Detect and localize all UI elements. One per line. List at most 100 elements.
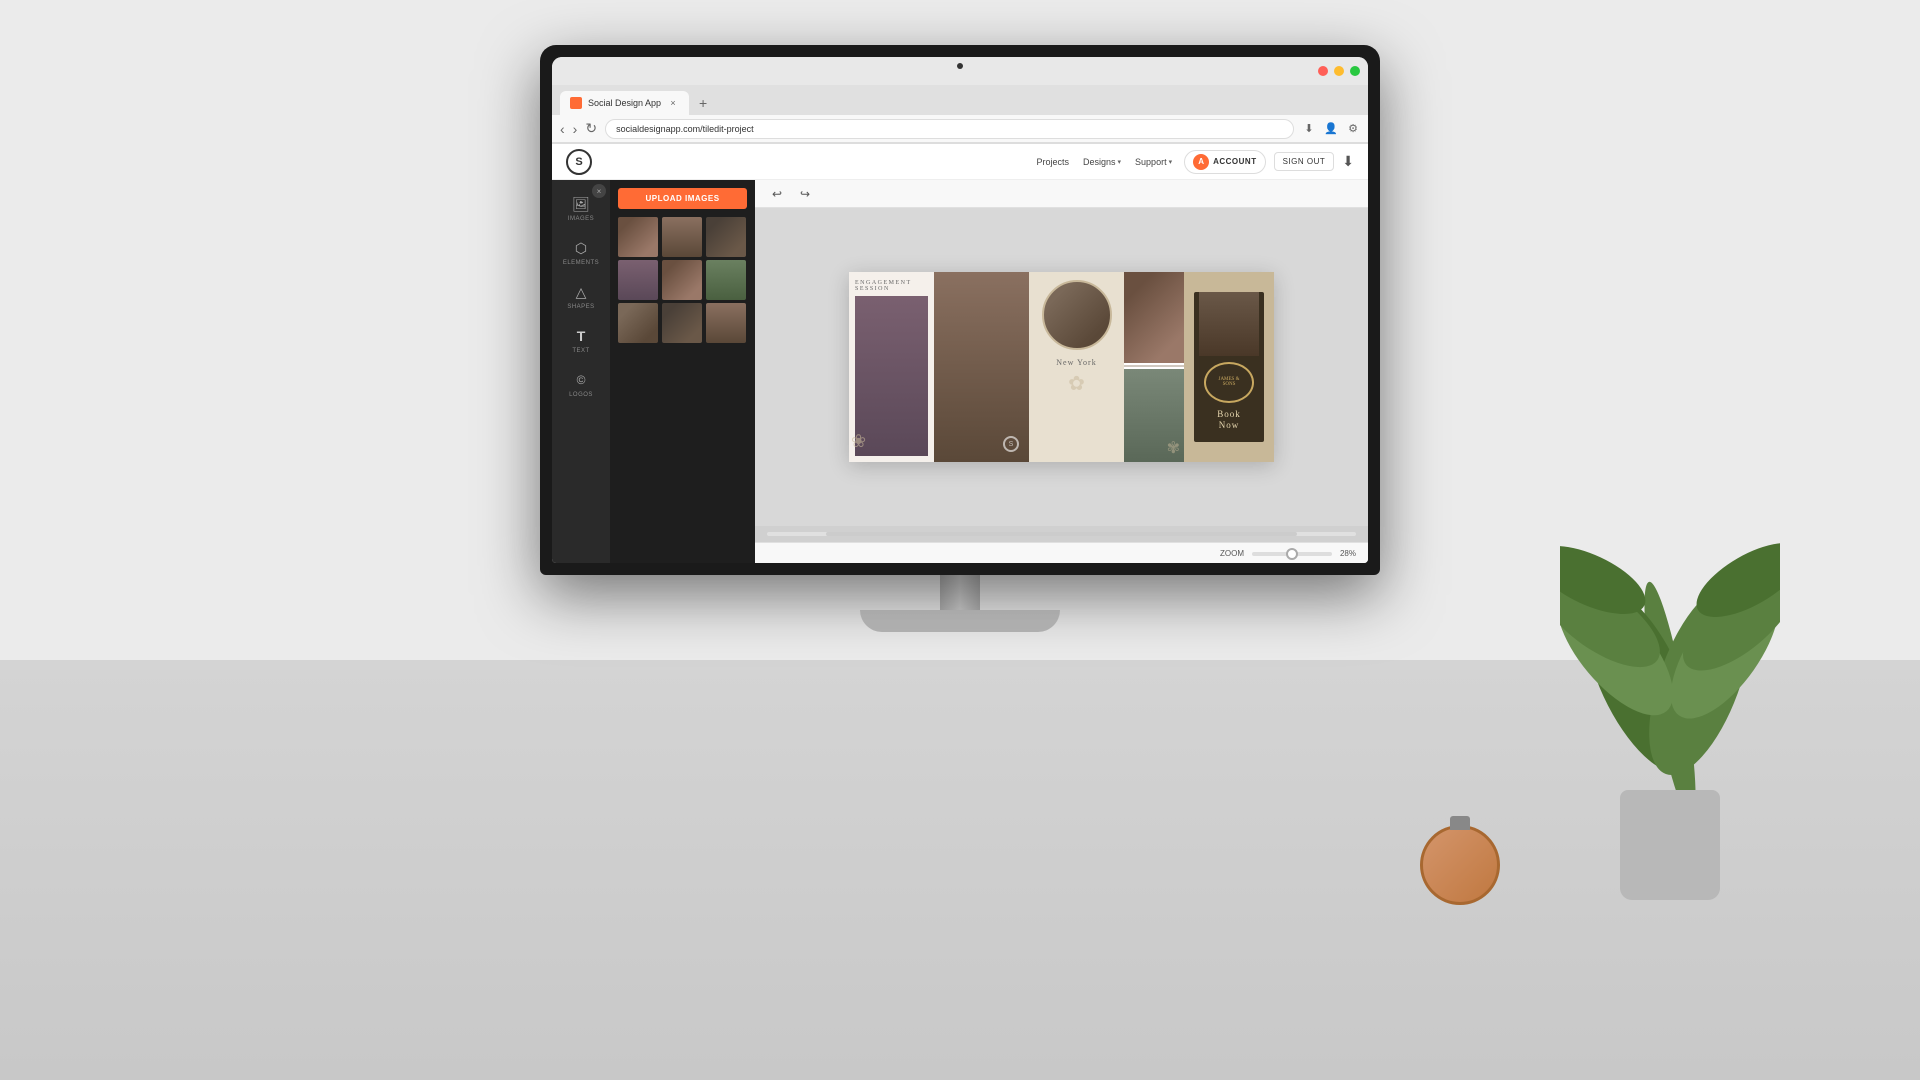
photo-divider — [1124, 365, 1184, 367]
zoom-value: 28% — [1340, 549, 1356, 558]
design-card-newyork[interactable]: New York ✿ — [1029, 272, 1124, 462]
image-thumb-8[interactable] — [662, 303, 702, 343]
browser-download-icon[interactable]: ⬇ — [1302, 122, 1316, 136]
monitor-base — [860, 610, 1060, 632]
account-button[interactable]: A AccounT — [1184, 150, 1266, 174]
canvas-area: ↩ ↪ Engagement Session ❀ — [755, 180, 1368, 563]
new-tab-btn[interactable]: + — [693, 93, 713, 113]
nav-projects[interactable]: Projects — [1037, 157, 1070, 167]
image-thumb-6[interactable] — [706, 260, 746, 300]
tab-close-btn[interactable]: × — [667, 97, 679, 109]
design-card-engagement[interactable]: Engagement Session ❀ — [849, 272, 934, 462]
image-thumb-2[interactable] — [662, 217, 702, 257]
images-icon: 🖼 — [571, 194, 591, 214]
zoom-label: ZOOM — [1220, 549, 1244, 558]
image-thumb-1[interactable] — [618, 217, 658, 257]
plant-leaves — [1560, 500, 1780, 820]
header-right: A AccounT SIGN OUT ⬇ — [1184, 150, 1354, 174]
image-thumb-5[interactable] — [662, 260, 702, 300]
browser-title-bar — [552, 57, 1368, 85]
active-tab[interactable]: Social Design App × — [560, 91, 689, 115]
monitor-stand — [860, 575, 1060, 632]
browser-tabs: Social Design App × + — [552, 85, 1368, 115]
url-text: socialdesignapp.com/tiledit-project — [616, 124, 754, 134]
sidebar-elements-label: ELEMENTS — [563, 260, 599, 266]
app-content: S Projects Designs ▾ Support ▾ — [552, 144, 1368, 563]
perfume-cap — [1450, 816, 1470, 830]
browser-forward-btn[interactable]: › — [573, 121, 578, 137]
image-thumb-7[interactable] — [618, 303, 658, 343]
monitor-screen: Social Design App × + ‹ › ↻ socialdesign… — [540, 45, 1380, 575]
brand-text: JAMES &SONS — [1219, 377, 1240, 387]
brand-circle: JAMES &SONS — [1204, 362, 1254, 403]
sidebar-item-shapes[interactable]: △ SHAPES — [552, 276, 610, 316]
design-card-couple[interactable]: S — [934, 272, 1029, 462]
nav-support[interactable]: Support ▾ — [1135, 157, 1172, 167]
floral-overlay: ✾ — [1167, 438, 1180, 458]
redo-btn[interactable]: ↪ — [795, 184, 815, 204]
top-photo — [1124, 272, 1184, 363]
monitor-bezel: Social Design App × + ‹ › ↻ socialdesign… — [552, 57, 1368, 563]
window-controls — [1318, 66, 1360, 76]
browser-extensions-icon[interactable]: ⚙ — [1346, 122, 1360, 136]
logo-letter: S — [575, 156, 582, 168]
address-bar-input[interactable]: socialdesignapp.com/tiledit-project — [605, 119, 1294, 139]
oval-photo — [1042, 280, 1112, 350]
browser-back-btn[interactable]: ‹ — [560, 121, 565, 137]
sidebar-item-elements[interactable]: ⬡ ELEMENTS — [552, 232, 610, 272]
header-download-icon[interactable]: ⬇ — [1342, 153, 1354, 170]
browser-refresh-btn[interactable]: ↻ — [585, 120, 597, 137]
book-now-inner: JAMES &SONS Book Now — [1194, 292, 1264, 442]
camera-dot — [957, 63, 963, 69]
browser-address-bar: ‹ › ↻ socialdesignapp.com/tiledit-projec… — [552, 115, 1368, 143]
app-header: S Projects Designs ▾ Support ▾ — [552, 144, 1368, 180]
engagement-title: Engagement Session — [849, 272, 934, 296]
sidebar-item-logos[interactable]: © LOGOS — [552, 364, 610, 404]
image-thumb-9[interactable] — [706, 303, 746, 343]
floral-decoration-2: ✿ — [1068, 371, 1085, 396]
window-minimize-btn[interactable] — [1334, 66, 1344, 76]
sidebar-text-label: TEXT — [572, 348, 589, 354]
canvas-content[interactable]: Engagement Session ❀ S — [755, 208, 1368, 526]
browser-profile-icon[interactable]: 👤 — [1324, 122, 1338, 136]
sign-out-button[interactable]: SIGN OUT — [1274, 152, 1335, 171]
design-canvas: Engagement Session ❀ S — [849, 272, 1274, 462]
designs-arrow: ▾ — [1118, 158, 1122, 166]
zoom-slider[interactable] — [1252, 552, 1332, 556]
monitor: Social Design App × + ‹ › ↻ socialdesign… — [540, 45, 1380, 632]
image-thumb-4[interactable] — [618, 260, 658, 300]
book-now-label: Book Now — [1217, 409, 1241, 432]
window-maximize-btn[interactable] — [1350, 66, 1360, 76]
sidebar-shapes-label: SHAPES — [567, 304, 594, 310]
images-panel: UPLOAD IMAGES — [610, 180, 755, 563]
sidebar-item-text[interactable]: T TEXT — [552, 320, 610, 360]
scroll-indicator — [826, 532, 1297, 536]
design-card-booknow[interactable]: JAMES &SONS Book Now — [1184, 272, 1274, 462]
floral-decoration-1: ❀ — [851, 431, 866, 452]
bottom-photo: ✾ — [1124, 369, 1184, 462]
plant-decoration — [1540, 480, 1800, 900]
elements-icon: ⬡ — [571, 238, 591, 258]
nav-designs[interactable]: Designs ▾ — [1083, 157, 1121, 167]
design-card-twophotos[interactable]: ✾ — [1124, 272, 1184, 462]
upload-images-btn[interactable]: UPLOAD IMAGES — [618, 188, 747, 209]
zoom-thumb — [1286, 548, 1298, 560]
canvas-scrollbar[interactable] — [767, 532, 1356, 536]
logos-icon: © — [571, 370, 591, 390]
newyork-title: New York — [1056, 358, 1096, 367]
image-thumb-3[interactable] — [706, 217, 746, 257]
sidebar-logos-label: LOGOS — [569, 392, 593, 398]
plant-pot — [1620, 790, 1720, 900]
support-arrow: ▾ — [1169, 158, 1173, 166]
images-grid — [618, 217, 747, 343]
perfume-bottle — [1420, 825, 1500, 905]
sidebar-close-btn[interactable]: × — [592, 184, 606, 198]
app-logo: S — [566, 149, 592, 175]
undo-btn[interactable]: ↩ — [767, 184, 787, 204]
window-close-btn[interactable] — [1318, 66, 1328, 76]
tab-title: Social Design App — [588, 98, 661, 108]
monitor-neck — [940, 575, 980, 610]
browser-chrome: Social Design App × + ‹ › ↻ socialdesign… — [552, 57, 1368, 144]
shapes-icon: △ — [571, 282, 591, 302]
sidebar-images-label: IMAGES — [568, 216, 594, 222]
